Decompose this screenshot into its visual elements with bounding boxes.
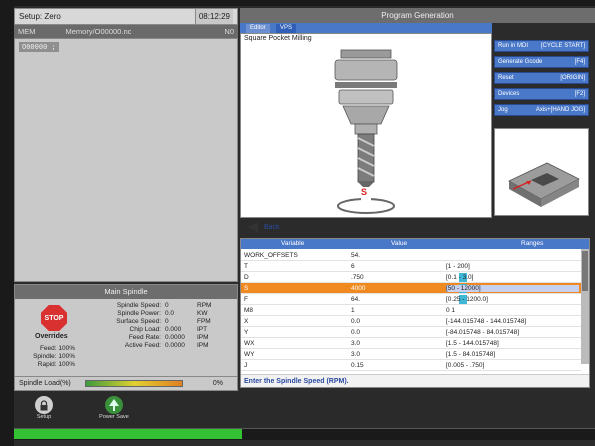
end-mill-illustration: S [334,49,398,214]
square-pocket-icon [508,162,580,207]
program-editor[interactable]: O00000 ; [14,38,238,282]
lock-icon [35,396,53,414]
reset-button[interactable]: Reset [ORIGIN] [494,72,589,84]
stop-icon: STOP [41,305,67,331]
spindle-marker-letter: S [361,187,367,197]
vps-panel: Square Pocket Milling S [240,33,492,218]
stat-spindle-power: Spindle Power: 0.0 KW [117,310,208,317]
override-feed: Feed: 100% [39,345,75,352]
main-spindle-panel: Main Spindle STOP Overrides Feed: 100% S… [14,284,238,379]
overrides-label: Overrides [35,333,68,340]
line-number: N0 [224,27,234,36]
run-in-mdi-button[interactable]: Run in MDI [CYCLE START] [494,40,589,52]
table-row[interactable]: M8 1 0 1 [241,305,581,316]
mem-mode: MEM [18,27,36,36]
variable-table: Variable Value Ranges WORK_OFFSETS 54. T6… [240,238,590,388]
memory-bar: MEM Memory/O00000.nc N0 [14,25,238,38]
table-row[interactable]: X 0.0 [-144.015748 - 144.015748] [241,316,581,327]
col-variable: Variable [281,240,305,247]
setup-label: Setup: Zero [19,12,61,21]
scrollbar-thumb[interactable] [582,251,588,291]
table-row[interactable]: WX 3.0 [1.5 - 144.015748] [241,338,581,349]
tab-editor[interactable]: Editor [246,24,270,33]
spindle-load-value: 0% [212,380,223,387]
back-button[interactable]: Back [248,222,280,232]
table-header: Variable Value Ranges [241,239,589,249]
pocket-preview [494,128,589,216]
power-save-tool[interactable]: Power Save [84,396,144,426]
table-row[interactable]: WY 3.0 [1.5 - 84.015748] [241,349,581,360]
generate-gcode-button[interactable]: Generate Gcode [F4] [494,56,589,68]
stat-chip-load: Chip Load: 0.000 IPT [129,326,208,333]
vps-title: Square Pocket Milling [244,35,312,42]
program-line[interactable]: O00000 ; [19,42,59,52]
program-path: Memory/O00000.nc [65,27,132,36]
setup-header: Setup: Zero 08:12:29 [14,8,238,25]
table-scrollbar[interactable] [581,249,589,364]
table-row[interactable]: F 64. [0.25 - 1200.0] [241,294,581,305]
bottom-tools: Setup Power Save [14,396,144,426]
stat-feed-rate: Feed Rate: 0.0000 IPM [128,334,209,341]
stat-spindle-speed: Spindle Speed: 0 RPM [116,302,212,309]
power-save-tool-label: Power Save [99,414,129,420]
spindle-load-bar [84,380,183,387]
col-value: Value [391,240,408,247]
table-row[interactable]: T 6 [1 - 200] [241,261,581,272]
status-indicator [14,429,242,439]
table-row[interactable]: J 0.15 [0.005 - .750] [241,360,581,371]
spindle-load-label: Spindle Load(%) [19,380,71,387]
devices-button[interactable]: Devices [F2] [494,88,589,100]
back-label: Back [264,223,280,231]
spindle-panel-title: Main Spindle [15,285,237,299]
back-arrow-icon [248,222,258,232]
spindle-load-row: Spindle Load(%) 0% [14,376,238,391]
tab-vps[interactable]: VPS [276,24,297,33]
override-spindle: Spindle: 100% [33,353,75,360]
table-row[interactable]: Y 0.0 [-84.015748 - 84.015748] [241,327,581,338]
stat-surface-speed: Surface Speed: 0 FPM [116,318,211,325]
setup-tool[interactable]: Setup [14,396,74,426]
tree-icon [105,396,123,414]
clock: 08:12:29 [194,9,233,24]
stat-active-feed: Active Feed: 0.0000 IPM [124,342,209,349]
input-hint: Enter the Spindle Speed (RPM). [241,374,589,387]
table-row-selected[interactable]: S 4000 [50 - 12000] [241,283,581,294]
setup-tool-label: Setup [36,414,52,420]
program-generation-title: Program Generation [240,8,595,23]
col-ranges: Ranges [521,240,544,247]
jog-button[interactable]: Jog Axis+[HAND JOG] [494,104,589,116]
table-row[interactable]: D .750 [0.1 - 3.0] [241,272,581,283]
table-row[interactable]: WORK_OFFSETS 54. [241,250,581,261]
override-rapid: Rapid: 100% [37,361,75,368]
